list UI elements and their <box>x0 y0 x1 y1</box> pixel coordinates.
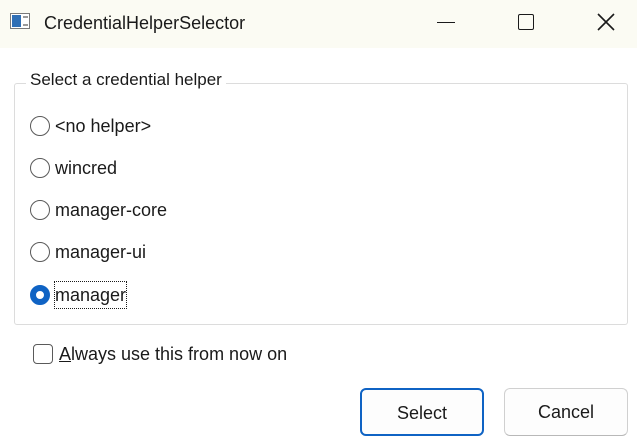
radio-label-wincred: wincred <box>55 158 118 178</box>
app-icon-lines <box>23 16 28 26</box>
close-icon <box>597 13 615 31</box>
cancel-button[interactable]: Cancel <box>504 388 628 436</box>
window-title: CredentialHelperSelector <box>44 13 246 33</box>
radio-button-manager-ui[interactable] <box>30 242 50 262</box>
radio-button-wincred[interactable] <box>30 158 50 178</box>
radio-label-manager-core: manager-core <box>55 200 168 220</box>
radio-label-manager: manager <box>53 281 128 309</box>
minimize-button[interactable] <box>420 0 480 46</box>
radio-button-no-helper[interactable] <box>30 116 50 136</box>
select-button[interactable]: Select <box>360 388 484 436</box>
app-window-icon[interactable] <box>10 13 30 29</box>
maximize-button[interactable] <box>500 0 560 46</box>
group-title: Select a credential helper <box>26 68 226 92</box>
dialog-window: CredentialHelperSelector Select a creden… <box>0 0 637 444</box>
radio-label-no-helper: <no helper> <box>55 116 152 136</box>
close-button[interactable] <box>575 0 635 46</box>
radio-label-manager-ui: manager-ui <box>55 242 147 262</box>
radio-button-manager-core[interactable] <box>30 200 50 220</box>
minimize-icon <box>437 22 455 23</box>
always-use-checkbox[interactable] <box>33 344 53 364</box>
app-icon-strip <box>12 15 21 27</box>
radio-button-manager[interactable] <box>30 285 50 305</box>
maximize-icon <box>518 14 534 30</box>
always-use-label-text: lways use this from now on <box>71 344 288 364</box>
always-use-label: Always use this from now on <box>59 342 287 366</box>
always-use-mnemonic: A <box>59 344 72 364</box>
title-bar[interactable]: CredentialHelperSelector <box>0 0 637 48</box>
